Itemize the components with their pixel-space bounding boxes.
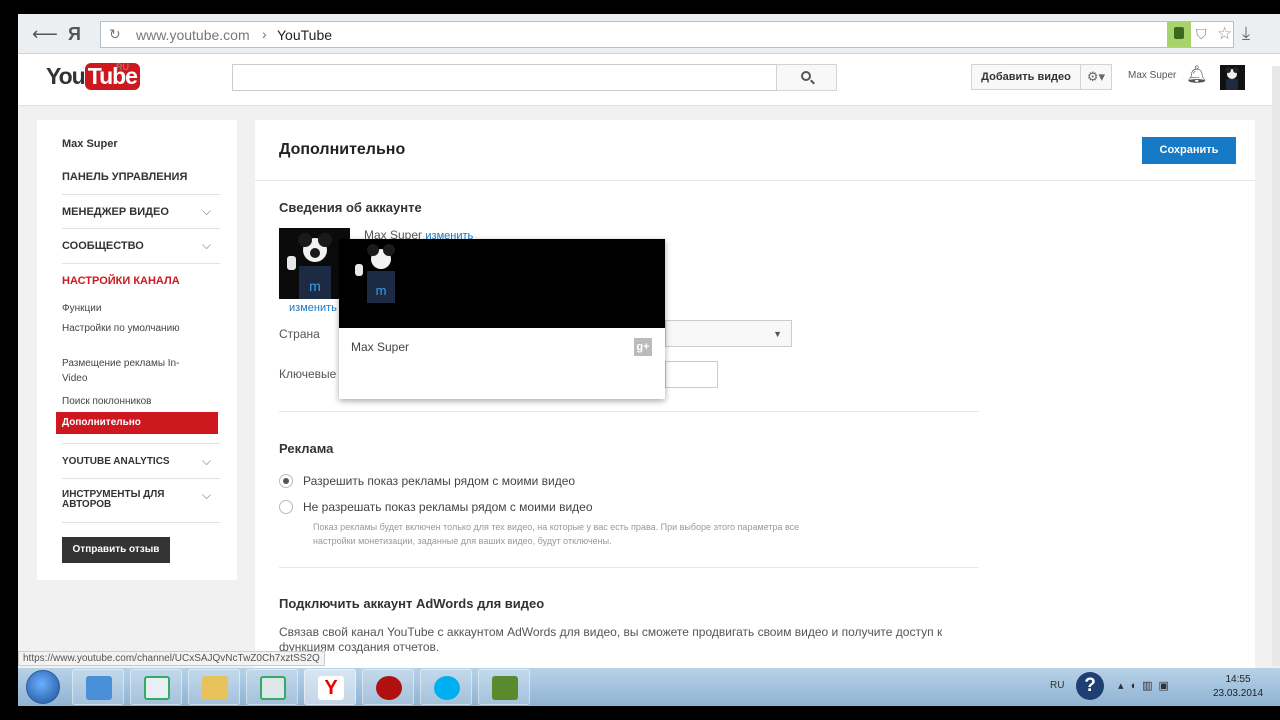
taskbar-media-player[interactable] — [72, 669, 124, 705]
ads-section-title: Реклама — [279, 441, 334, 456]
sidebar-subitem-features[interactable]: Функции — [62, 301, 192, 316]
browser-toolbar: ⟵ Я ↻ www.youtube.com › YouTube ⛉ ☆ ⤓ — [18, 14, 1280, 54]
sidebar-item-creator-tools[interactable]: ИНСТРУМЕНТЫ ДЛЯ АВТОРОВ — [62, 490, 177, 510]
status-bar-url: https://www.youtube.com/channel/UCxSAJQv… — [18, 651, 325, 666]
sidebar-subitem-defaults[interactable]: Настройки по умолчанию — [62, 321, 192, 336]
clock-date: 23.03.2014 — [1212, 688, 1264, 699]
country-select[interactable]: ▼ — [665, 320, 792, 347]
chevron-down-icon[interactable]: ⌵ — [202, 238, 211, 253]
address-bar[interactable]: ↻ www.youtube.com › YouTube ⛉ ☆ — [100, 21, 1234, 48]
language-indicator[interactable]: RU — [1050, 680, 1064, 691]
browser-window: ⟵ Я ↻ www.youtube.com › YouTube ⛉ ☆ ⤓ Yo… — [18, 14, 1280, 668]
sidebar-item-dashboard[interactable]: ПАНЕЛЬ УПРАВЛЕНИЯ — [62, 171, 187, 183]
channel-sidebar: Max Super ПАНЕЛЬ УПРАВЛЕНИЯ МЕНЕДЖЕР ВИД… — [37, 120, 237, 580]
keywords-label: Ключевые — [279, 367, 337, 381]
reload-icon[interactable]: ↻ — [109, 26, 121, 43]
sidebar-subitem-fan-finder[interactable]: Поиск поклонников — [62, 394, 192, 409]
hovercard-name[interactable]: Max Super — [351, 340, 409, 354]
help-icon[interactable]: ? — [1076, 672, 1104, 700]
bell-icon[interactable]: 🔔︎ — [1186, 65, 1208, 85]
sidebar-item-video-manager[interactable]: МЕНЕДЖЕР ВИДЕО — [62, 206, 169, 218]
taskbar-yandex-browser[interactable]: Y — [304, 669, 356, 705]
country-label: Страна — [279, 327, 320, 341]
start-button[interactable] — [26, 670, 60, 704]
sidebar-item-analytics[interactable]: YOUTUBE ANALYTICS — [62, 456, 170, 467]
back-arrow-icon[interactable]: ⟵ — [32, 24, 58, 45]
taskbar-app[interactable] — [246, 669, 298, 705]
taskbar-hp-app[interactable] — [130, 669, 182, 705]
search-icon — [801, 71, 811, 81]
section-divider — [279, 567, 979, 568]
ads-deny-radio[interactable] — [279, 500, 293, 514]
section-divider — [279, 411, 979, 412]
system-clock[interactable]: 14:55 23.03.2014 — [1208, 673, 1268, 701]
youtube-header: You Tube RU Добавить видео ⚙▾ Max Super 🔔… — [18, 54, 1280, 106]
ads-allow-label[interactable]: Разрешить показ рекламы рядом с моими ви… — [303, 474, 575, 488]
sidebar-item-channel-settings[interactable]: НАСТРОЙКИ КАНАЛА — [62, 275, 180, 287]
address-separator: › — [262, 26, 267, 42]
sidebar-subitem-invideo[interactable]: Размещение рекламы In-Video — [62, 356, 192, 386]
download-icon[interactable]: ⤓ — [1242, 23, 1250, 44]
dropdown-arrow-icon: ▼ — [773, 329, 782, 339]
tray-icons[interactable]: ▴◖▥▣ — [1118, 679, 1175, 692]
chevron-down-icon[interactable]: ⌵ — [202, 204, 211, 219]
adwords-description: Связав свой канал YouTube с аккаунтом Ad… — [279, 625, 943, 654]
account-section-title: Сведения об аккаунте — [279, 200, 422, 215]
sidebar-divider — [62, 228, 220, 229]
taskbar-explorer[interactable] — [188, 669, 240, 705]
taskbar-recorder[interactable] — [362, 669, 414, 705]
yandex-icon[interactable]: Я — [68, 24, 81, 45]
sidebar-divider — [62, 443, 220, 444]
avatar[interactable] — [1220, 65, 1245, 90]
hovercard-avatar[interactable]: m — [349, 239, 409, 303]
address-page-title: YouTube — [277, 27, 333, 43]
sidebar-divider — [62, 263, 220, 264]
chevron-down-icon[interactable]: ⌵ — [202, 454, 211, 469]
chevron-down-icon[interactable]: ⌵ — [202, 488, 211, 503]
avatar-change-link[interactable]: изменить — [289, 302, 337, 314]
sidebar-item-community[interactable]: СООБЩЕСТВО — [62, 240, 144, 252]
svg-text:m: m — [309, 278, 321, 294]
sidebar-divider — [62, 522, 220, 523]
ads-deny-label[interactable]: Не разрешать показ рекламы рядом с моими… — [303, 500, 593, 514]
youtube-logo[interactable]: You Tube RU — [46, 62, 140, 93]
search-button[interactable] — [776, 64, 837, 91]
profile-hovercard: m Max Super g+ — [339, 239, 665, 399]
upload-video-button[interactable]: Добавить видео — [971, 64, 1081, 90]
logo-you-text: You — [46, 63, 86, 89]
sidebar-divider — [62, 194, 220, 195]
adwords-section-title: Подключить аккаунт AdWords для видео — [279, 596, 545, 611]
page-title: Дополнительно — [279, 141, 406, 158]
sidebar-item-advanced[interactable]: Дополнительно — [56, 412, 218, 434]
send-feedback-button[interactable]: Отправить отзыв — [62, 537, 170, 563]
keywords-input[interactable] — [665, 361, 718, 388]
taskbar-skype[interactable] — [420, 669, 472, 705]
save-button[interactable]: Сохранить — [1142, 137, 1236, 164]
svg-text:m: m — [376, 283, 387, 298]
logo-tube-text: Tube — [84, 63, 140, 90]
lock-icon[interactable] — [1167, 22, 1191, 47]
address-domain: www.youtube.com — [136, 27, 250, 43]
search-input[interactable] — [232, 64, 777, 91]
windows-taskbar: Y RU ? ▴◖▥▣ 14:55 23.03.2014 — [18, 668, 1280, 706]
clock-time: 14:55 — [1225, 674, 1251, 685]
taskbar-minecraft[interactable] — [478, 669, 530, 705]
ads-allow-radio[interactable] — [279, 474, 293, 488]
logo-region: RU — [116, 62, 129, 72]
sidebar-user[interactable]: Max Super — [62, 138, 118, 150]
sidebar-divider — [62, 478, 220, 479]
google-plus-icon[interactable]: g+ — [634, 338, 652, 356]
settings-gear-button[interactable]: ⚙▾ — [1080, 64, 1112, 90]
header-username[interactable]: Max Super — [1128, 70, 1176, 81]
star-icon[interactable]: ☆ — [1217, 24, 1232, 44]
header-divider — [255, 180, 1255, 181]
page-scrollbar[interactable] — [1272, 66, 1280, 666]
shield-icon[interactable]: ⛉ — [1196, 26, 1207, 43]
ads-hint: Показ рекламы будет включен только для т… — [313, 522, 800, 546]
